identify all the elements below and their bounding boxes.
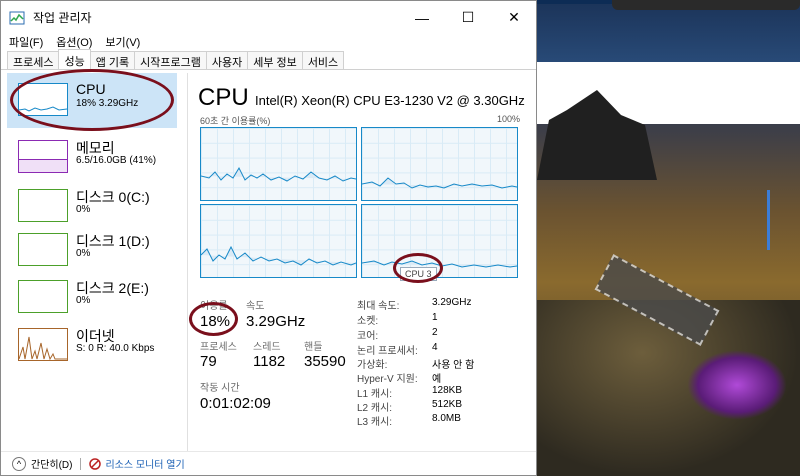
prop-l3-label: L3 캐시: xyxy=(357,417,393,428)
tab-users[interactable]: 사용자 xyxy=(205,51,249,69)
close-icon: ✕ xyxy=(508,9,520,25)
cpu-graph-0-line xyxy=(201,166,356,182)
prop-virtualization-label: 가상화: xyxy=(357,360,388,371)
tab-app-history[interactable]: 앱 기록 xyxy=(89,51,136,69)
graph-max-label: 100% xyxy=(497,114,521,124)
prop-hyperv-value: 예 xyxy=(432,374,442,385)
footer-separator xyxy=(80,457,82,470)
chevron-up-icon[interactable]: ^ xyxy=(12,456,26,471)
tab-services[interactable]: 서비스 xyxy=(301,51,345,69)
cpu-graph-1-line xyxy=(362,177,517,189)
prop-cores-label: 코어: xyxy=(357,331,379,342)
menu-file[interactable]: 파일(F) xyxy=(9,34,43,50)
collapse-link[interactable]: 간단히(D) xyxy=(31,456,72,471)
memory-sparkline xyxy=(18,140,68,173)
task-manager-icon xyxy=(9,11,25,24)
tab-strip: 프로세스 성능 앱 기록 시작프로그램 사용자 세부 정보 서비스 xyxy=(7,49,345,70)
resource-memory[interactable]: 메모리 6.5/16.0GB (41%) xyxy=(7,130,177,185)
cpu-graph-2-line xyxy=(201,245,356,266)
prop-logical-label: 논리 프로세서: xyxy=(357,346,418,357)
prop-l3-value: 8.0MB xyxy=(432,413,461,424)
resource-usage: 0% xyxy=(76,204,91,215)
handles-value: 35590 xyxy=(304,353,346,370)
threads-label: 스레드 xyxy=(253,342,281,353)
prop-logical-value: 4 xyxy=(432,342,438,353)
handles-label: 핸들 xyxy=(304,342,323,353)
menu-bar: 파일(F) 옵션(O) 보기(V) xyxy=(1,34,536,50)
disk1-sparkline xyxy=(18,233,68,266)
annotation-ring-tooltip xyxy=(393,253,443,283)
prop-max-speed-label: 최대 속도: xyxy=(357,301,400,312)
resource-usage: 0% xyxy=(76,248,91,259)
tab-startup[interactable]: 시작프로그램 xyxy=(134,51,207,69)
prop-l2-label: L2 캐시: xyxy=(357,403,393,414)
panel-divider xyxy=(187,73,188,451)
tab-performance[interactable]: 성능 xyxy=(58,49,91,69)
menu-view[interactable]: 보기(V) xyxy=(105,34,140,50)
background-game-scene xyxy=(537,0,800,476)
graph-axis-label: 60초 간 이용률(%) xyxy=(200,116,271,126)
ethernet-sparkline-graph xyxy=(18,336,67,361)
minimize-icon: — xyxy=(415,9,429,26)
prop-l2-value: 512KB xyxy=(432,399,463,410)
cpu-graph-2[interactable] xyxy=(200,204,357,278)
close-button[interactable]: ✕ xyxy=(491,1,537,34)
prop-hyperv-label: Hyper-V 지원: xyxy=(357,374,418,385)
resource-monitor-link[interactable]: 리소스 모니터 열기 xyxy=(105,456,184,471)
window-title: 작업 관리자 xyxy=(33,11,92,25)
cpu-graph-1[interactable] xyxy=(361,127,518,201)
prop-l1-value: 128KB xyxy=(432,385,463,396)
disk0-sparkline xyxy=(18,189,68,222)
resource-disk-2[interactable]: 디스크 2(E:) 0% xyxy=(7,270,177,325)
cpu-graph-0[interactable] xyxy=(200,127,357,201)
tab-details[interactable]: 세부 정보 xyxy=(247,51,303,69)
tab-processes[interactable]: 프로세스 xyxy=(7,51,60,69)
background-dark-tab xyxy=(612,0,800,10)
maximize-button[interactable]: ☐ xyxy=(445,1,491,34)
memory-fill xyxy=(19,159,67,172)
maximize-icon: ☐ xyxy=(461,9,475,25)
prop-virtualization-value: 사용 안 함 xyxy=(432,360,475,371)
resource-usage: S: 0 R: 40.0 Kbps xyxy=(76,343,155,354)
minimize-button[interactable]: — xyxy=(399,1,445,34)
resource-ethernet[interactable]: 이더넷 S: 0 R: 40.0 Kbps xyxy=(7,318,177,373)
menu-options[interactable]: 옵션(O) xyxy=(56,34,92,50)
detail-title: CPU xyxy=(198,84,249,111)
speed-label: 속도 xyxy=(246,301,265,312)
processes-value: 79 xyxy=(200,353,217,370)
background-dragon xyxy=(687,350,787,420)
background-blue-divider xyxy=(767,190,770,250)
uptime-label: 작동 시간 xyxy=(200,383,240,394)
threads-value: 1182 xyxy=(253,353,286,370)
prop-cores-value: 2 xyxy=(432,327,438,338)
ethernet-sparkline xyxy=(18,328,68,361)
annotation-ring-cpu-tile xyxy=(10,69,174,131)
resource-monitor-icon xyxy=(89,457,102,470)
uptime-value: 0:01:02:09 xyxy=(200,395,271,412)
footer-bar: ^ 간단히(D) 리소스 모니터 열기 xyxy=(1,451,536,475)
resource-usage: 0% xyxy=(76,295,91,306)
resource-usage: 6.5/16.0GB (41%) xyxy=(76,155,157,166)
annotation-ring-utilization xyxy=(189,302,238,336)
speed-value: 3.29GHz xyxy=(246,313,306,330)
cpu-model: Intel(R) Xeon(R) CPU E3-1230 V2 @ 3.30GH… xyxy=(255,93,525,108)
prop-max-speed-value: 3.29GHz xyxy=(432,297,472,308)
disk2-sparkline xyxy=(18,280,68,313)
processes-label: 프로세스 xyxy=(200,342,237,353)
prop-l1-label: L1 캐시: xyxy=(357,389,393,400)
prop-sockets-label: 소켓: xyxy=(357,316,379,327)
prop-sockets-value: 1 xyxy=(432,312,438,323)
